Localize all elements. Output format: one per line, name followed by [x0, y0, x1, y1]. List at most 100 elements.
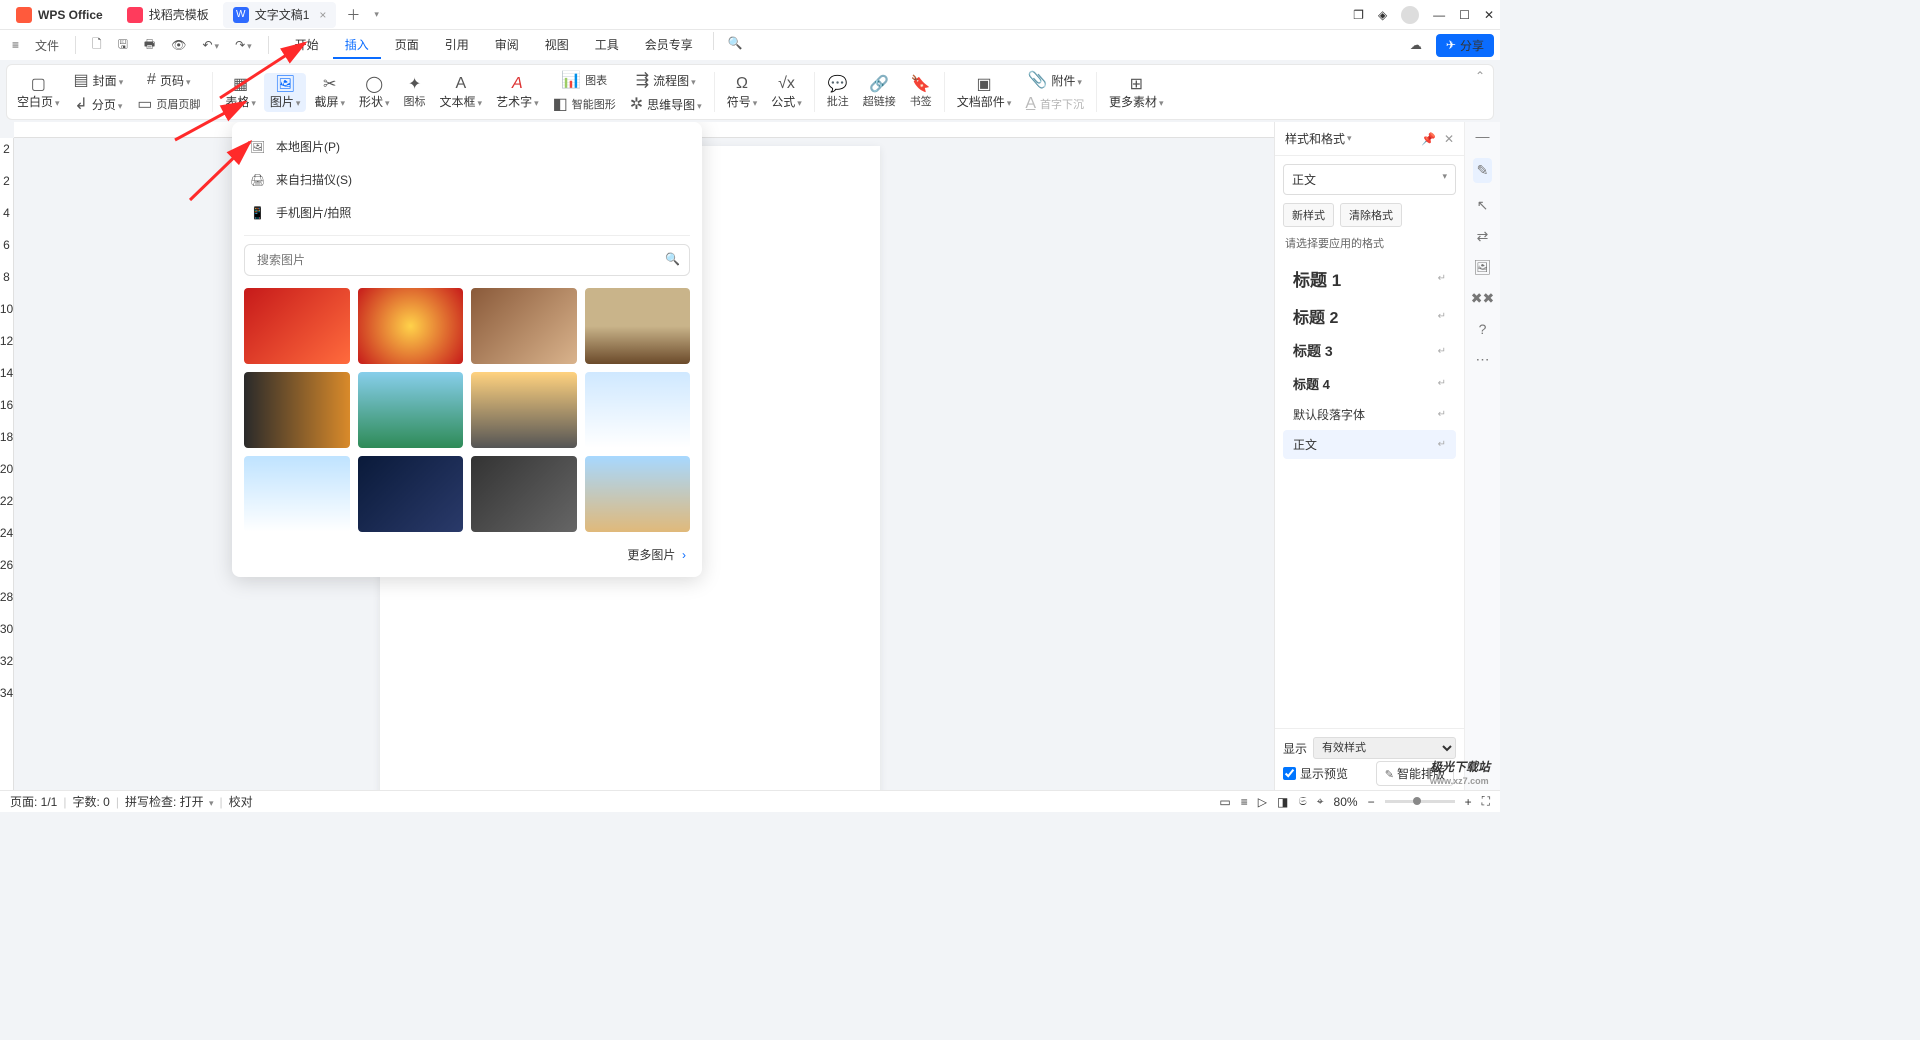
- dd-local-picture[interactable]: 🖼本地图片(P): [232, 130, 702, 163]
- style-item[interactable]: 标题 3↵: [1283, 335, 1456, 367]
- image-thumb[interactable]: [471, 456, 577, 532]
- image-thumb[interactable]: [471, 288, 577, 364]
- close-panel-icon[interactable]: ✕: [1444, 132, 1454, 146]
- rb-docparts[interactable]: ▣文档部件▾: [951, 73, 1018, 112]
- gallery-tool-icon[interactable]: 🖼: [1474, 259, 1492, 276]
- help-icon[interactable]: ?: [1479, 321, 1487, 337]
- tools-icon[interactable]: ✖✖: [1471, 290, 1494, 307]
- app-tab[interactable]: WPS Office: [6, 2, 113, 28]
- rb-pagebreak[interactable]: ↲分页▾: [68, 93, 130, 115]
- image-thumb[interactable]: [358, 372, 464, 448]
- rb-mindmap[interactable]: ✲思维导图▾: [624, 93, 708, 115]
- select-tool-icon[interactable]: ↖: [1477, 197, 1489, 214]
- rb-comment[interactable]: 💬批注: [821, 73, 855, 111]
- style-item[interactable]: 标题 2↵: [1283, 298, 1456, 334]
- rb-flowchart[interactable]: ⇶流程图▾: [624, 69, 708, 91]
- rb-symbol[interactable]: Ω符号▾: [721, 73, 764, 112]
- image-thumb[interactable]: [471, 372, 577, 448]
- multiwin-icon[interactable]: ❐: [1353, 8, 1364, 22]
- sb-link-icon[interactable]: 𝔖: [1298, 794, 1306, 809]
- minimize-icon[interactable]: —: [1433, 8, 1445, 22]
- rb-pagenum[interactable]: #页码▾: [131, 69, 206, 91]
- image-thumb[interactable]: [358, 456, 464, 532]
- sb-view3-icon[interactable]: ▷: [1258, 795, 1267, 809]
- search-icon[interactable]: 🔍: [665, 252, 680, 266]
- tab-insert[interactable]: 插入: [333, 32, 381, 59]
- tab-menu-caret[interactable]: ▾: [368, 9, 385, 20]
- more-tools-icon[interactable]: ⋯: [1476, 351, 1490, 368]
- sb-fullscreen-icon[interactable]: ⛶: [1482, 794, 1490, 809]
- zoom-in-icon[interactable]: +: [1465, 795, 1472, 809]
- search-icon[interactable]: 🔍: [722, 32, 749, 59]
- tab-member[interactable]: 会员专享: [633, 32, 705, 59]
- image-thumb[interactable]: [244, 288, 350, 364]
- rb-smartart[interactable]: ◧智能图形: [547, 93, 622, 115]
- image-thumb[interactable]: [358, 288, 464, 364]
- tab-view[interactable]: 视图: [533, 32, 581, 59]
- cube-icon[interactable]: ◈: [1378, 8, 1387, 22]
- cloud-icon[interactable]: ☁: [1404, 34, 1428, 56]
- settings-tool-icon[interactable]: ⇄: [1477, 228, 1489, 245]
- dd-phone[interactable]: 📱手机图片/拍照: [232, 196, 702, 229]
- dd-more-images[interactable]: 更多图片 ›: [232, 536, 702, 569]
- zoom-out-icon[interactable]: −: [1368, 795, 1375, 809]
- template-tab[interactable]: 找稻壳模板: [117, 2, 219, 28]
- edit-tool-icon[interactable]: ✎: [1473, 158, 1493, 183]
- sb-page[interactable]: 页面: 1/1: [10, 793, 57, 810]
- sb-proof[interactable]: 校对: [229, 793, 253, 810]
- maximize-icon[interactable]: ☐: [1459, 8, 1470, 22]
- sb-view2-icon[interactable]: ≡: [1241, 795, 1248, 809]
- style-item[interactable]: 标题 1↵: [1283, 260, 1456, 297]
- sb-view1-icon[interactable]: ▭: [1219, 795, 1230, 809]
- current-style-select[interactable]: 正文▾: [1283, 164, 1456, 195]
- rb-hyperlink[interactable]: 🔗超链接: [857, 73, 902, 111]
- print-icon[interactable]: 🖶: [138, 31, 161, 60]
- rb-icon[interactable]: ✦图标: [398, 73, 432, 111]
- pin-icon[interactable]: 📌: [1421, 132, 1436, 146]
- sb-words[interactable]: 字数: 0: [72, 793, 109, 810]
- sb-view4-icon[interactable]: ◨: [1277, 795, 1288, 809]
- rb-attachment[interactable]: 📎附件▾: [1019, 69, 1090, 91]
- share-button[interactable]: ✈ 分享: [1436, 34, 1494, 57]
- image-thumb[interactable]: [585, 288, 691, 364]
- zoom-slider[interactable]: [1385, 800, 1455, 803]
- sb-spell[interactable]: 拼写检查: 打开 ▾: [125, 793, 214, 810]
- collapse-rail-icon[interactable]: —: [1476, 128, 1490, 144]
- rb-textbox[interactable]: A文本框▾: [434, 73, 489, 112]
- rb-more[interactable]: ⊞更多素材▾: [1103, 73, 1170, 112]
- rb-cover[interactable]: ▤封面▾: [68, 69, 130, 91]
- doc-tab[interactable]: W 文字文稿1 ×: [223, 2, 337, 28]
- clear-format-button[interactable]: 清除格式: [1340, 203, 1402, 227]
- show-filter-select[interactable]: 有效样式: [1313, 737, 1456, 759]
- rb-chart[interactable]: 📊图表: [547, 69, 622, 91]
- image-thumb[interactable]: [585, 372, 691, 448]
- ribbon-collapse-icon[interactable]: ⌃: [1475, 69, 1485, 83]
- close-tab-icon[interactable]: ×: [319, 8, 326, 22]
- image-thumb[interactable]: [244, 372, 350, 448]
- new-style-button[interactable]: 新样式: [1283, 203, 1334, 227]
- style-item[interactable]: 默认段落字体↵: [1283, 400, 1456, 429]
- tab-page[interactable]: 页面: [383, 32, 431, 59]
- style-item[interactable]: 正文↵: [1283, 430, 1456, 459]
- close-window-icon[interactable]: ✕: [1484, 8, 1494, 22]
- search-input[interactable]: [244, 244, 690, 276]
- image-thumb[interactable]: [585, 456, 691, 532]
- sb-focus-icon[interactable]: ⌖: [1317, 794, 1324, 809]
- dd-scanner[interactable]: 🖨来自扫描仪(S): [232, 163, 702, 196]
- save-icon[interactable]: 🖫: [112, 31, 134, 60]
- tab-tools[interactable]: 工具: [583, 32, 631, 59]
- rb-wordart[interactable]: A艺术字▾: [490, 73, 545, 112]
- new-icon[interactable]: 🗋: [86, 31, 108, 60]
- rb-blankpage[interactable]: ▢空白页▾: [11, 73, 66, 112]
- add-tab-button[interactable]: ＋: [340, 5, 366, 25]
- tab-ref[interactable]: 引用: [433, 32, 481, 59]
- rb-shape[interactable]: ◯形状▾: [353, 73, 396, 112]
- style-item[interactable]: 标题 4↵: [1283, 368, 1456, 399]
- print-preview-icon[interactable]: 👁: [165, 34, 192, 56]
- rb-formula[interactable]: √x公式▾: [765, 73, 808, 112]
- menu-icon[interactable]: ≡: [6, 34, 25, 56]
- image-thumb[interactable]: [244, 456, 350, 532]
- sb-zoom[interactable]: 80%: [1334, 795, 1358, 809]
- rb-bookmark[interactable]: 🔖书签: [904, 73, 938, 111]
- tab-review[interactable]: 审阅: [483, 32, 531, 59]
